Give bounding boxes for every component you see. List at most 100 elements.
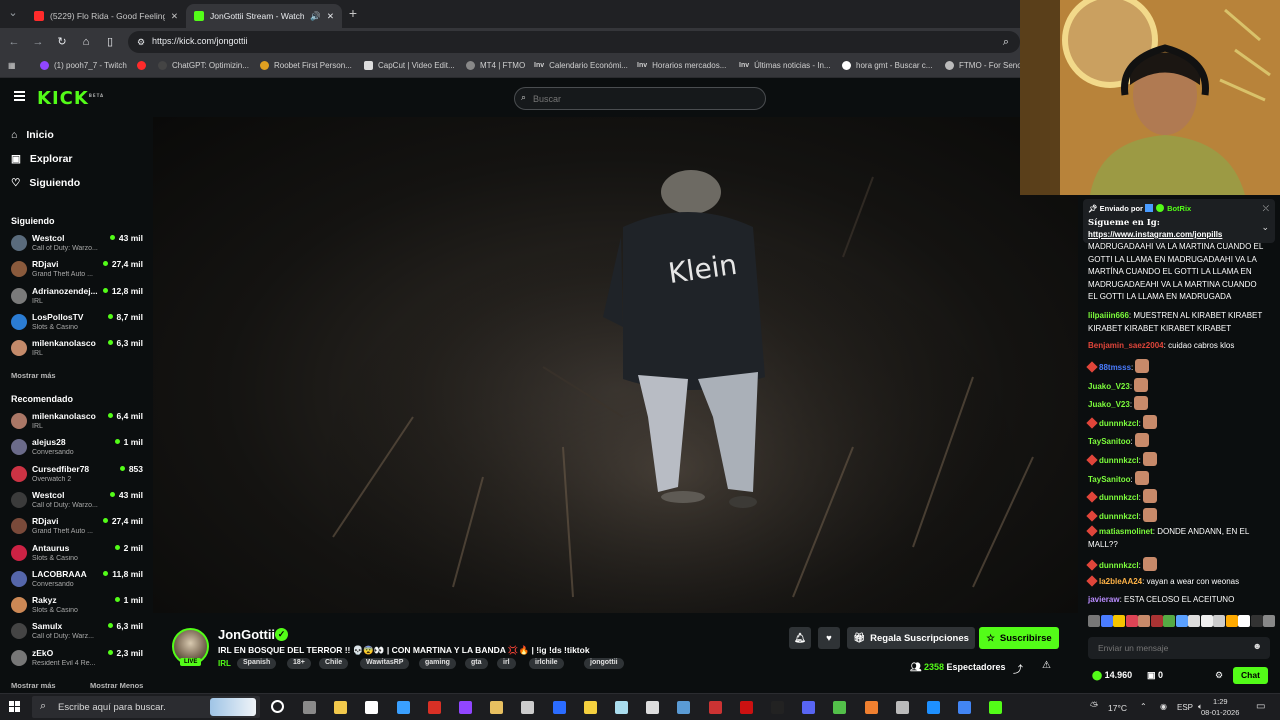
sidebar-channel[interactable]: RDjavi Grand Theft Auto ... 27,4 mil	[11, 515, 149, 539]
tray-chevron-icon[interactable]: ⌃	[1140, 702, 1147, 711]
nav-explore[interactable]: ▣ Explorar	[11, 153, 73, 165]
windows-start-icon[interactable]	[9, 701, 21, 713]
bookmark-youtube[interactable]	[137, 61, 146, 70]
discord-icon[interactable]	[802, 701, 816, 714]
weather-icon[interactable]: ⛅︎	[1090, 701, 1098, 712]
emote-icon[interactable]	[1200, 615, 1213, 627]
speaker-icon[interactable]: 🔊	[310, 11, 321, 22]
notification-bell-button[interactable]: 🔔︎	[789, 627, 811, 649]
stream-tag[interactable]: Chile	[319, 658, 349, 669]
stream-tag[interactable]: Spanish	[237, 658, 277, 669]
emote-icon[interactable]	[1188, 615, 1200, 627]
chat-settings-icon[interactable]: ⚙	[1215, 670, 1223, 681]
apps-icon[interactable]: ▦	[8, 61, 16, 70]
stream-category[interactable]: IRL	[218, 659, 231, 668]
chrome-icon[interactable]	[958, 701, 972, 714]
sidebar-channel[interactable]: Samulx Call of Duty: Warz... 6,3 mil	[11, 620, 149, 644]
chat-username[interactable]: Juako_V23	[1088, 382, 1130, 391]
capcut-icon[interactable]	[646, 701, 660, 714]
bookmark-noticias[interactable]: Inv Últimas noticias - In...	[739, 61, 831, 70]
copilot-icon[interactable]	[396, 701, 410, 714]
cortana-icon[interactable]	[271, 700, 284, 713]
stream-tag[interactable]: gta	[465, 658, 488, 669]
chat-username[interactable]: dunnnkzcl	[1099, 561, 1139, 570]
bookmark-calendario[interactable]: Inv Calendario Económi...	[534, 61, 628, 70]
network-icon[interactable]: ◉	[1160, 702, 1167, 711]
emote-icon[interactable]	[1213, 615, 1225, 627]
sidebar-channel[interactable]: LACOBRAAA Conversando 11,8 mil	[11, 568, 149, 592]
new-tab-button[interactable]: +	[346, 6, 360, 20]
chat-input-box[interactable]: ☻	[1088, 637, 1270, 659]
video-player[interactable]: Klein	[153, 117, 1078, 613]
emote-icon[interactable]	[1088, 615, 1100, 627]
app-green-icon[interactable]	[989, 701, 1003, 714]
clock-time[interactable]: 1:29	[1213, 697, 1228, 706]
close-icon[interactable]: ✕	[171, 11, 178, 22]
stream-tag[interactable]: irlchile	[529, 658, 564, 669]
app-orange-icon[interactable]	[864, 701, 878, 714]
sidebar-channel[interactable]: Antaurus Slots & Casino 2 mil	[11, 542, 149, 566]
show-more-recommended[interactable]: Mostrar más	[11, 681, 56, 690]
emote-icon[interactable]	[1113, 615, 1125, 627]
subscribe-button[interactable]: ☆ Suscribirse	[979, 627, 1059, 649]
app-red2-icon[interactable]	[708, 701, 722, 714]
task-view-icon[interactable]	[303, 701, 316, 714]
sound-icon[interactable]	[521, 701, 535, 714]
chat-username[interactable]: lilpaiiin666	[1088, 311, 1129, 320]
channel-points[interactable]: ⬤ 14.960	[1092, 670, 1132, 681]
chat-username[interactable]: 88tmsss	[1099, 363, 1131, 372]
sidebar-channel[interactable]: milenkanolasco IRL 6,3 mil	[11, 337, 149, 361]
follow-heart-button[interactable]: ♥	[818, 627, 840, 649]
sidebar-channel[interactable]: milenkanolasco IRL 6,4 mil	[11, 410, 149, 434]
app-yellow-icon[interactable]	[490, 701, 504, 714]
kick-logo[interactable]: KICKBETA	[37, 88, 104, 109]
sidebar-channel[interactable]: RDjavi Grand Theft Auto ... 27,4 mil	[11, 258, 149, 282]
split-view-icon[interactable]: ▯	[103, 35, 117, 49]
nav-home[interactable]: ⌂ Inicio	[11, 129, 54, 141]
app-blue-icon[interactable]	[677, 701, 691, 714]
chevron-down-icon[interactable]: ⌄	[1261, 222, 1269, 233]
emote-icon[interactable]	[1250, 615, 1263, 627]
gift-subscriptions-button[interactable]: 🎁︎ Regala Suscripciones	[847, 627, 975, 649]
input-language[interactable]: ESP	[1177, 703, 1193, 712]
tab-flo-rida[interactable]: (5229) Flo Rida - Good Feeling (Offi ✕	[26, 4, 186, 28]
home-icon[interactable]: ⌂	[79, 35, 93, 49]
clock-date[interactable]: 08-01-2026	[1201, 708, 1239, 717]
minecraft-icon[interactable]	[833, 701, 847, 714]
emote-icon[interactable]	[1225, 615, 1238, 627]
twitch-icon[interactable]	[459, 701, 472, 714]
back-icon[interactable]: ←	[7, 35, 21, 49]
show-less-recommended[interactable]: Mostrar Menos	[90, 681, 143, 690]
nav-following[interactable]: ♡ Siguiendo	[11, 177, 80, 189]
close-icon[interactable]: ✕	[327, 11, 334, 22]
chat-username[interactable]: Juako_V23	[1088, 400, 1130, 409]
share-icon[interactable]: ⤴	[1013, 661, 1023, 676]
chat-username[interactable]: dunnnkzcl	[1099, 512, 1139, 521]
sidebar-channel[interactable]: Rakyz Slots & Casino 1 mil	[11, 594, 149, 618]
emote-icon[interactable]	[1175, 615, 1188, 627]
bookmark-horarios[interactable]: Inv Horarios mercados...	[637, 61, 726, 70]
temperature[interactable]: 17°C	[1108, 703, 1127, 713]
site-info-icon[interactable]: ⚙	[134, 35, 148, 49]
chat-username[interactable]: dunnnkzcl	[1099, 493, 1139, 502]
chat-username[interactable]: la2bleAA24	[1099, 577, 1142, 586]
emote-icon[interactable]	[1138, 615, 1150, 627]
stream-tag[interactable]: gaming	[419, 658, 456, 669]
chat-username[interactable]: dunnnkzcl	[1099, 419, 1139, 428]
chat-username[interactable]: matiasmolinet	[1099, 527, 1153, 536]
bookmark-twitch[interactable]: (1) pooh7_7 - Twitch	[40, 61, 127, 70]
sidebar-channel[interactable]: Cursedfiber78 Overwatch 2 853	[11, 463, 149, 487]
sticky-icon[interactable]	[583, 701, 597, 714]
bookmark-roobet[interactable]: Roobet First Person...	[260, 61, 352, 70]
tiktok-icon[interactable]	[771, 701, 784, 714]
reload-icon[interactable]: ↻	[55, 35, 69, 49]
stream-tag[interactable]: jongottii	[584, 658, 624, 669]
steam-icon[interactable]	[927, 701, 940, 714]
file-explorer-icon[interactable]	[334, 701, 348, 714]
forward-icon[interactable]: →	[31, 35, 45, 49]
emote-icon[interactable]	[1150, 615, 1163, 627]
chat-input[interactable]	[1098, 641, 1248, 655]
stream-tag[interactable]: irl	[497, 658, 516, 669]
chat-send-button[interactable]: Chat	[1233, 667, 1268, 684]
chat-username[interactable]: TaySanitoo	[1088, 437, 1131, 446]
